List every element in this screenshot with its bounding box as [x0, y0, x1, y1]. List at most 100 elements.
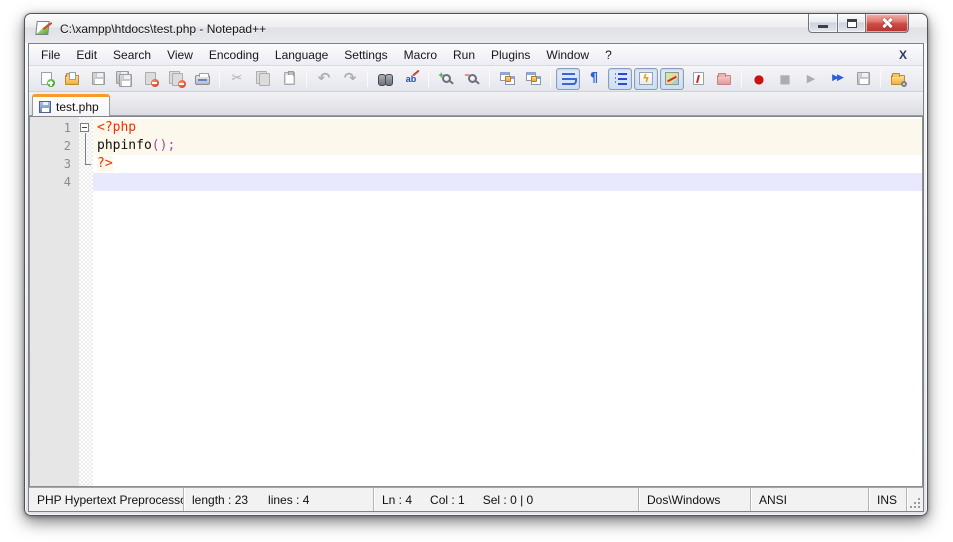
toolbar-separator [306, 70, 307, 87]
line-number: 2 [30, 137, 79, 155]
status-line: Ln : 4 [382, 493, 412, 507]
cut-icon: ✂ [232, 72, 243, 85]
save-all-icon [116, 71, 132, 87]
saved-file-icon [39, 101, 51, 113]
fold-empty [79, 173, 93, 191]
undo-button[interactable]: ↶ [312, 68, 336, 90]
minimize-button[interactable] [808, 14, 838, 33]
indent-guide-icon [614, 73, 627, 85]
redo-icon: ↷ [344, 71, 357, 86]
close-document-icon [145, 72, 156, 85]
toolbar-separator [428, 70, 429, 87]
zoom-out-icon: − [468, 74, 477, 83]
tab-test-php[interactable]: test.php [32, 94, 110, 116]
macro-run-multiple-button[interactable]: ▶▶ [825, 68, 849, 90]
sync-horizontal-scrolling-button[interactable] [521, 68, 545, 90]
copy-button[interactable] [251, 68, 275, 90]
menu-item-language[interactable]: Language [267, 45, 336, 65]
menu-item-search[interactable]: Search [105, 45, 159, 65]
code-line-4-current [93, 173, 922, 191]
toolbar-separator [489, 70, 490, 87]
status-selection: Sel : 0 | 0 [483, 493, 533, 507]
sync-vertical-scrolling-button[interactable] [495, 68, 519, 90]
macro-run-multiple-icon: ▶▶ [832, 74, 842, 83]
resize-grip[interactable] [906, 488, 923, 511]
title-bar[interactable]: C:\xampp\htdocs\test.php - Notepad++ [25, 14, 927, 43]
macro-record-icon: ● [754, 73, 764, 85]
word-wrap-button[interactable] [556, 68, 580, 90]
line-number: 4 [30, 173, 79, 191]
toolbar-separator [219, 70, 220, 87]
macro-play-button[interactable]: ▶ [799, 68, 823, 90]
function-list-icon: ϟ [639, 72, 653, 85]
zoom-in-button[interactable]: + [434, 68, 458, 90]
new-file-icon [41, 72, 52, 85]
function-list-button[interactable]: ϟ [634, 68, 658, 90]
code-line-1: <?php [93, 119, 922, 137]
tab-label: test.php [56, 100, 99, 114]
close-all-documents-button[interactable] [164, 68, 188, 90]
close-icon [881, 17, 894, 29]
toolbar-separator [880, 70, 881, 87]
menu-item-plugins[interactable]: Plugins [483, 45, 538, 65]
line-number: 1 [30, 119, 79, 137]
menu-item-edit[interactable]: Edit [68, 45, 105, 65]
redo-button[interactable]: ↷ [338, 68, 362, 90]
cut-button[interactable]: ✂ [225, 68, 249, 90]
menu-item-encoding[interactable]: Encoding [201, 45, 267, 65]
macro-save-icon [857, 72, 870, 85]
toolbar-separator [367, 70, 368, 87]
fold-collapse-marker[interactable] [79, 119, 93, 137]
macro-save-button[interactable] [851, 68, 875, 90]
macro-record-button[interactable]: ● [747, 68, 771, 90]
close-document-button[interactable] [138, 68, 162, 90]
close-button[interactable] [866, 14, 909, 33]
replace-button[interactable]: ab [399, 68, 423, 90]
zoom-out-button[interactable]: − [460, 68, 484, 90]
menu-item-file[interactable]: File [33, 45, 68, 65]
document-map-icon [665, 72, 679, 85]
find-button[interactable] [373, 68, 397, 90]
macro-stop-button[interactable]: ■ [773, 68, 797, 90]
save-icon [92, 72, 105, 85]
print-button[interactable] [190, 68, 214, 90]
editor: 1 2 3 4 <?php phpinfo(); ?> [29, 116, 923, 487]
open-containing-folder-icon [891, 75, 905, 85]
document-map-button[interactable] [660, 68, 684, 90]
menu-item-run[interactable]: Run [445, 45, 483, 65]
status-lines: lines : 4 [268, 493, 309, 507]
open-file-button[interactable] [60, 68, 84, 90]
new-file-button[interactable] [34, 68, 58, 90]
menu-item-help[interactable]: ? [597, 45, 620, 65]
macro-play-icon: ▶ [807, 73, 815, 84]
window-controls [808, 14, 909, 33]
word-wrap-icon [562, 73, 575, 85]
menubar-close-button[interactable]: X [893, 47, 913, 63]
sync-horizontal-icon [526, 72, 541, 85]
line-number: 3 [30, 155, 79, 173]
notepad-plus-plus-window: C:\xampp\htdocs\test.php - Notepad++ Fil… [24, 13, 928, 516]
menu-item-window[interactable]: Window [538, 45, 597, 65]
status-typing-mode[interactable]: INS [868, 488, 906, 511]
show-indent-guide-button[interactable] [608, 68, 632, 90]
document-switcher-button[interactable] [686, 68, 710, 90]
macro-stop-icon: ■ [779, 73, 790, 85]
folder-as-workspace-button[interactable] [712, 68, 736, 90]
menu-item-settings[interactable]: Settings [336, 45, 395, 65]
restore-button[interactable] [838, 14, 866, 33]
zoom-in-icon: + [442, 74, 451, 83]
toolbar-separator [741, 70, 742, 87]
menu-bar: File Edit Search View Encoding Language … [29, 44, 923, 66]
fold-end-marker [79, 155, 93, 173]
menu-item-view[interactable]: View [159, 45, 201, 65]
menu-item-macro[interactable]: Macro [396, 45, 445, 65]
document-switcher-icon [693, 72, 704, 85]
folder-as-workspace-icon [717, 75, 731, 85]
close-all-documents-icon [169, 71, 184, 86]
save-all-button[interactable] [112, 68, 136, 90]
paste-button[interactable] [277, 68, 301, 90]
editor-text-area[interactable]: <?php phpinfo(); ?> [93, 117, 922, 486]
show-all-characters-button[interactable]: ¶ [582, 68, 606, 90]
open-containing-folder-button[interactable] [886, 68, 910, 90]
save-button[interactable] [86, 68, 110, 90]
